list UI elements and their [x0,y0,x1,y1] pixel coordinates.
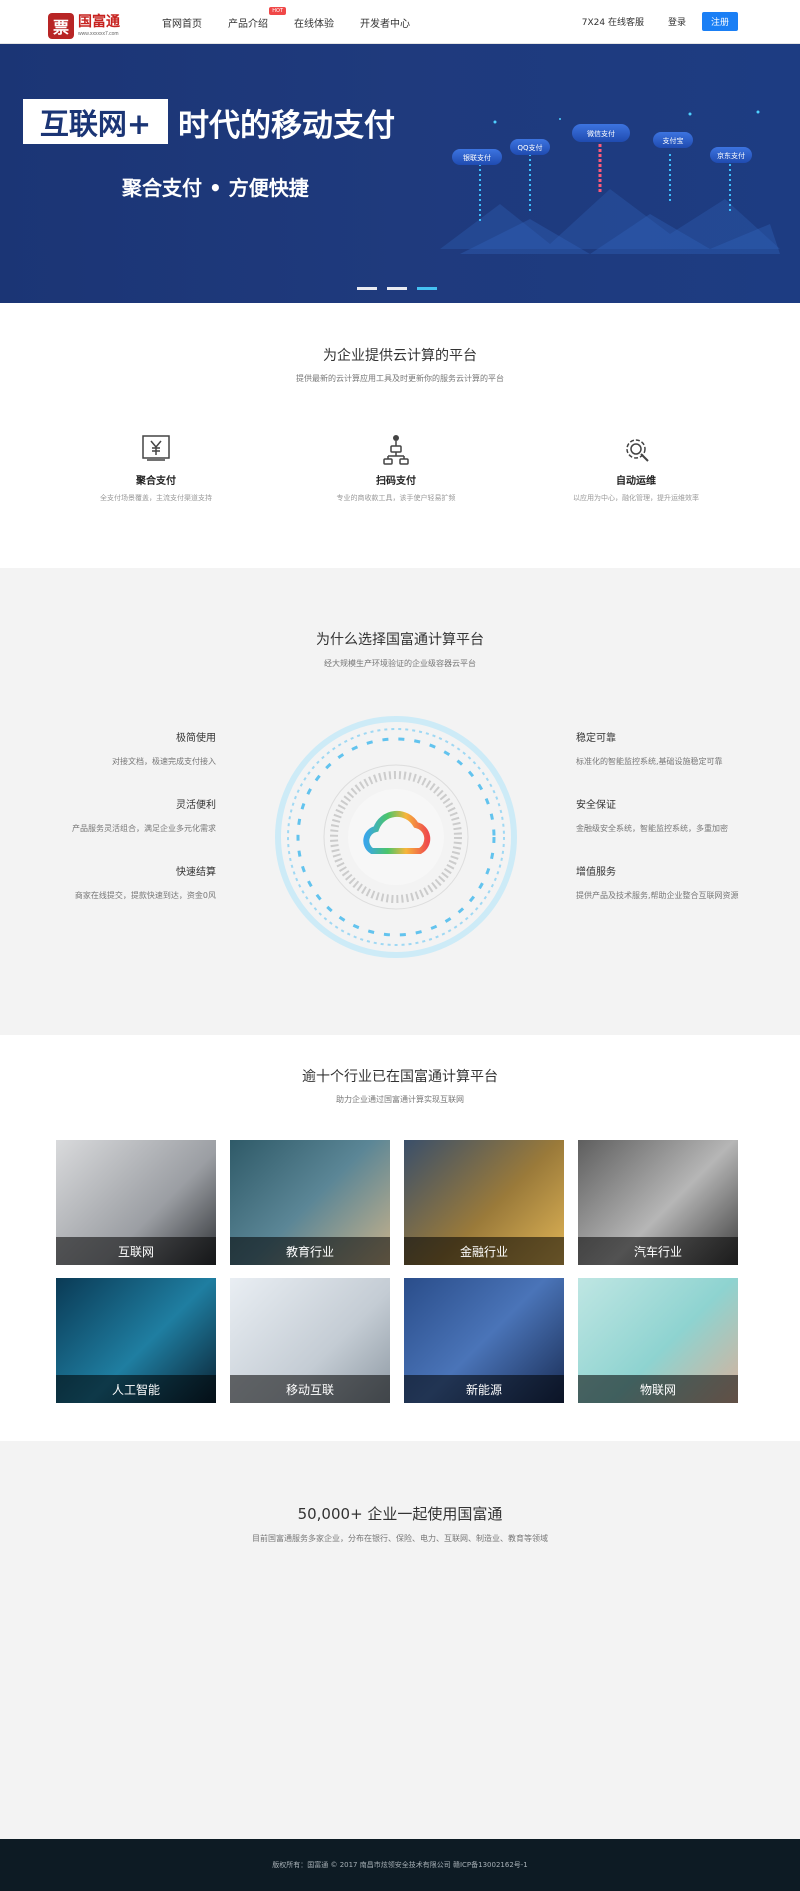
industry-tile-ai[interactable]: 人工智能 [56,1278,216,1403]
banner-title-highlight: 互联网+ [23,99,168,144]
why-item-desc: 产品服务灵活组合，满足企业多元化需求 [72,824,216,833]
industries-section-title: 逾十个行业已在国富通计算平台 [302,1069,498,1085]
industry-caption: 金融行业 [404,1237,564,1265]
why-item-desc: 标准化的智能监控系统,基础设施稳定可靠 [576,757,723,766]
network-icon [383,435,409,465]
platform-section-title: 为企业提供云计算的平台 [323,348,477,364]
why-item-title: 安全保证 [576,800,616,811]
hot-badge: HOT [269,6,286,15]
feature-desc: 以应用为中心，融化管理，提升运维效率 [573,494,699,502]
feature-desc: 专业的商收款工具，该手使户轻易扩频 [336,494,456,502]
carousel-dot-2[interactable] [387,287,407,290]
industry-tile-energy[interactable]: 新能源 [404,1278,564,1403]
feature-title: 自动运维 [616,476,656,487]
why-item-desc: 对接文档，极速完成支付接入 [112,757,216,766]
header-actions: 7X24 在线客服 登录 注册 [582,12,738,31]
why-item-flexible: 灵活便利 产品服务灵活组合，满足企业多元化需求 [16,796,216,834]
register-button[interactable]: 注册 [702,12,738,31]
payment-network-illustration: 银联支付 QQ支付 微信支付 支付宝 京东支付 [440,110,780,254]
why-item-security: 安全保证 金融级安全系统，智能监控系统，多重加密 [576,796,776,834]
bubble-unionpay-label: 银联支付 [463,153,491,162]
site-logo[interactable]: 票 国富通 www.xxxxxx7.com [48,12,124,40]
cloud-platform-illustration [275,716,517,958]
industry-tile-education[interactable]: 教育行业 [230,1140,390,1265]
why-item-desc: 商家在线提交，提款快速到达，资金0风 [74,891,216,900]
industries-section-subtitle: 助力企业通过国富通计算实现互联网 [336,1095,464,1104]
industry-caption: 物联网 [578,1375,738,1403]
nav-home[interactable]: 官网首页 [162,15,202,30]
nav-developer[interactable]: 开发者中心 [360,15,410,30]
bubble-alipay-label: 支付宝 [663,136,684,145]
industry-tile-automotive[interactable]: 汽车行业 [578,1140,738,1265]
carousel-dot-1[interactable] [357,287,377,290]
feature-aggregate-pay: 聚合支付 全支付场景覆盖，主流支付渠道支持 [76,432,236,503]
industry-caption: 人工智能 [56,1375,216,1403]
industry-tile-iot[interactable]: 物联网 [578,1278,738,1403]
banner-title: 时代的移动支付 [178,108,395,144]
why-item-title: 增值服务 [576,867,616,878]
industry-caption: 汽车行业 [578,1237,738,1265]
why-item-title: 快速结算 [176,867,216,878]
why-item-title: 极简使用 [176,733,216,744]
feature-title: 聚合支付 [136,476,176,487]
nav-demo[interactable]: 在线体验 [294,15,334,30]
industry-tile-mobile[interactable]: 移动互联 [230,1278,390,1403]
logo-url: www.xxxxxx7.com [78,31,119,37]
main-nav: 官网首页 产品介绍 HOT 在线体验 开发者中心 [162,0,436,44]
copyright-text: 版权所有：国富通 © 2017 南昌市炫领安全技术有限公司 赣ICP备13002… [272,1861,528,1869]
bubble-wechat-label: 微信支付 [587,129,615,138]
why-item-stable: 稳定可靠 标准化的智能监控系统,基础设施稳定可靠 [576,729,776,767]
industry-tile-internet[interactable]: 互联网 [56,1140,216,1265]
industry-caption: 移动互联 [230,1375,390,1403]
platform-section-subtitle: 提供最新的云计算应用工具及时更新你的服务云计算的平台 [296,374,504,383]
customers-section [0,1441,800,1839]
why-section-title: 为什么选择国富通计算平台 [316,632,484,648]
nav-products-label: 产品介绍 [228,18,268,30]
nav-products[interactable]: 产品介绍 HOT [228,6,286,30]
why-item-settlement: 快速结算 商家在线提交，提款快速到达，资金0风 [16,863,216,901]
industry-tile-finance[interactable]: 金融行业 [404,1140,564,1265]
customers-section-subtitle: 目前国富通服务多家企业，分布在银行、保险、电力、互联网、制造业、教育等领域 [252,1534,548,1543]
page-footer: 版权所有：国富通 © 2017 南昌市炫领安全技术有限公司 赣ICP备13002… [0,1839,800,1891]
logo-name: 国富通 [78,14,120,30]
feature-auto-ops: 自动运维 以应用为中心，融化管理，提升运维效率 [556,432,716,503]
carousel-indicators [357,287,447,290]
why-item-simple: 极简使用 对接文档，极速完成支付接入 [16,729,216,767]
bubble-jdpay-label: 京东支付 [717,151,745,160]
industry-caption: 新能源 [404,1375,564,1403]
industry-caption: 互联网 [56,1237,216,1265]
carousel-dot-3[interactable] [417,287,437,290]
feature-scan-pay: 扫码支付 专业的商收款工具，该手使户轻易扩频 [316,432,476,503]
top-header: 票 国富通 www.xxxxxx7.com 官网首页 产品介绍 HOT 在线体验… [0,0,800,44]
online-service-link[interactable]: 7X24 在线客服 [582,15,644,28]
login-link[interactable]: 登录 [668,15,686,28]
why-item-desc: 提供产品及技术服务,帮助企业整合互联网资源 [576,891,739,900]
bubble-qqpay-label: QQ支付 [517,143,542,152]
yuan-icon [142,435,170,461]
feature-desc: 全支付场景覆盖，主流支付渠道支持 [100,494,212,502]
why-item-desc: 金融级安全系统，智能监控系统，多重加密 [576,824,728,833]
why-item-valueadded: 增值服务 提供产品及技术服务,帮助企业整合互联网资源 [576,863,776,901]
feature-title: 扫码支付 [376,476,416,487]
hero-banner: 互联网+ 时代的移动支付 聚合支付 • 方便快捷 银联支付 QQ支付 微信支付 … [0,44,800,303]
banner-subtitle: 聚合支付 • 方便快捷 [122,176,309,200]
logo-mark-icon: 票 [48,13,74,39]
why-section-subtitle: 经大规模生产环境验证的企业级容器云平台 [324,659,476,668]
customers-section-title: 50,000+ 企业一起使用国富通 [297,1505,503,1523]
why-item-title: 灵活便利 [176,800,216,811]
industry-caption: 教育行业 [230,1237,390,1265]
gear-icon [626,439,649,462]
why-item-title: 稳定可靠 [576,733,616,744]
